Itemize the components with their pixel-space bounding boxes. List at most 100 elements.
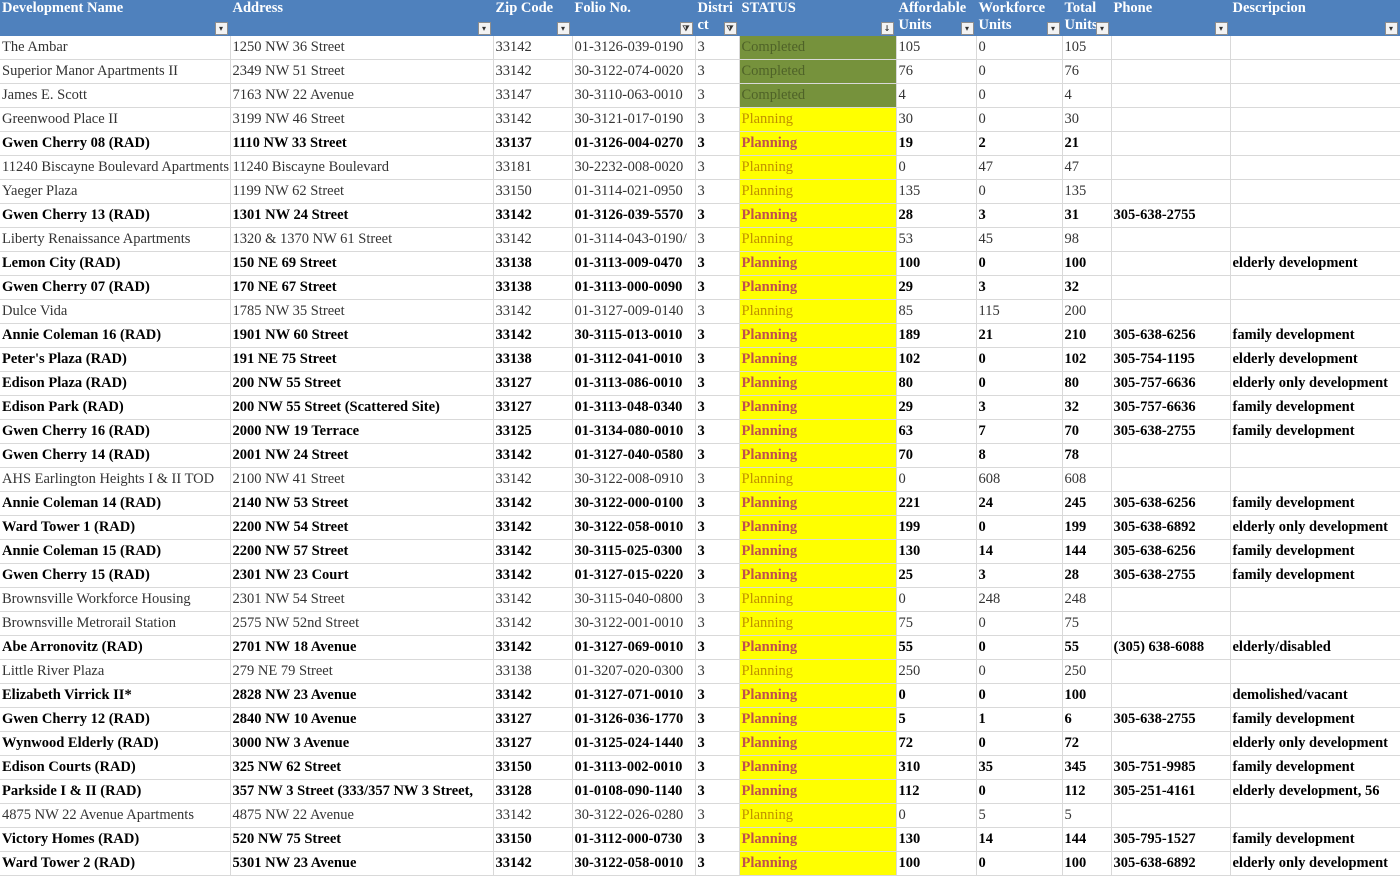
status-cell[interactable]: Planning [739, 563, 897, 588]
zip-code-cell[interactable]: 33142 [493, 539, 573, 564]
total-units-cell[interactable]: 75 [1062, 611, 1112, 636]
address-cell[interactable]: 2001 NW 24 Street [230, 443, 494, 468]
affordable-units-cell[interactable]: 130 [896, 827, 977, 852]
folio-no-cell[interactable]: 30-3122-001-0010 [572, 611, 696, 636]
development-name-cell[interactable]: Gwen Cherry 14 (RAD) [0, 443, 231, 468]
filter-dropdown-icon[interactable]: ▾ [1095, 22, 1109, 35]
address-cell[interactable]: 150 NE 69 Street [230, 251, 494, 276]
district-cell[interactable]: 3 [695, 179, 740, 204]
development-name-cell[interactable]: Gwen Cherry 08 (RAD) [0, 131, 231, 156]
status-cell[interactable]: Planning [739, 227, 897, 252]
district-cell[interactable]: 3 [695, 59, 740, 84]
development-name-cell[interactable]: Ward Tower 1 (RAD) [0, 515, 231, 540]
zip-code-cell[interactable]: 33142 [493, 515, 573, 540]
district-cell[interactable]: 3 [695, 371, 740, 396]
affordable-units-cell[interactable]: 85 [896, 299, 977, 324]
phone-cell[interactable] [1111, 155, 1231, 180]
total-units-cell[interactable]: 6 [1062, 707, 1112, 732]
zip-code-cell[interactable]: 33142 [493, 803, 573, 828]
affordable-units-cell[interactable]: 102 [896, 347, 977, 372]
filter-dropdown-icon[interactable]: ▾ [477, 22, 491, 35]
phone-cell[interactable]: 305-638-6892 [1111, 515, 1231, 540]
development-name-cell[interactable]: Brownsville Workforce Housing [0, 587, 231, 612]
status-cell[interactable]: Planning [739, 395, 897, 420]
status-cell[interactable]: Completed [739, 36, 897, 60]
workforce-units-cell[interactable]: 3 [976, 275, 1063, 300]
affordable-units-cell[interactable]: 310 [896, 755, 977, 780]
address-cell[interactable]: 2828 NW 23 Avenue [230, 683, 494, 708]
address-cell[interactable]: 2000 NW 19 Terrace [230, 419, 494, 444]
workforce-units-cell[interactable]: 3 [976, 395, 1063, 420]
development-name-cell[interactable]: Edison Courts (RAD) [0, 755, 231, 780]
descripcion-cell[interactable] [1230, 155, 1400, 180]
affordable-units-cell[interactable]: 0 [896, 587, 977, 612]
status-cell[interactable]: Planning [739, 851, 897, 876]
descripcion-cell[interactable]: family development [1230, 827, 1400, 852]
district-cell[interactable]: 3 [695, 203, 740, 228]
descripcion-cell[interactable] [1230, 803, 1400, 828]
district-cell[interactable]: 3 [695, 827, 740, 852]
descripcion-cell[interactable] [1230, 587, 1400, 612]
address-cell[interactable]: 2301 NW 54 Street [230, 587, 494, 612]
zip-code-cell[interactable]: 33150 [493, 755, 573, 780]
district-cell[interactable]: 3 [695, 803, 740, 828]
district-cell[interactable]: 3 [695, 36, 740, 60]
status-cell[interactable]: Completed [739, 83, 897, 108]
workforce-units-cell[interactable]: 0 [976, 59, 1063, 84]
affordable-units-cell[interactable]: 53 [896, 227, 977, 252]
folio-no-cell[interactable]: 01-3113-048-0340 [572, 395, 696, 420]
folio-no-cell[interactable]: 01-3113-086-0010 [572, 371, 696, 396]
filter-active-icon[interactable]: ⧩ [723, 22, 737, 35]
zip-code-cell[interactable]: 33142 [493, 587, 573, 612]
phone-cell[interactable] [1111, 275, 1231, 300]
total-units-cell[interactable]: 608 [1062, 467, 1112, 492]
development-name-cell[interactable]: Brownsville Metrorail Station [0, 611, 231, 636]
folio-no-cell[interactable]: 01-3114-021-0950 [572, 179, 696, 204]
phone-cell[interactable] [1111, 131, 1231, 156]
district-cell[interactable]: 3 [695, 347, 740, 372]
status-cell[interactable]: Planning [739, 539, 897, 564]
affordable-units-cell[interactable]: 25 [896, 563, 977, 588]
district-cell[interactable]: 3 [695, 515, 740, 540]
address-cell[interactable]: 7163 NW 22 Avenue [230, 83, 494, 108]
district-cell[interactable]: 3 [695, 659, 740, 684]
phone-cell[interactable]: 305-638-6256 [1111, 491, 1231, 516]
zip-code-cell[interactable]: 33142 [493, 563, 573, 588]
status-cell[interactable]: Planning [739, 251, 897, 276]
status-cell[interactable]: Planning [739, 107, 897, 132]
development-name-cell[interactable]: Annie Coleman 15 (RAD) [0, 539, 231, 564]
development-name-cell[interactable]: Wynwood Elderly (RAD) [0, 731, 231, 756]
district-cell[interactable]: 3 [695, 299, 740, 324]
descripcion-cell[interactable] [1230, 59, 1400, 84]
folio-no-cell[interactable]: 01-3113-002-0010 [572, 755, 696, 780]
zip-code-cell[interactable]: 33181 [493, 155, 573, 180]
zip-code-cell[interactable]: 33142 [493, 299, 573, 324]
status-cell[interactable]: Planning [739, 203, 897, 228]
descripcion-cell[interactable] [1230, 83, 1400, 108]
total-units-cell[interactable]: 345 [1062, 755, 1112, 780]
workforce-units-cell[interactable]: 0 [976, 107, 1063, 132]
total-units-cell[interactable]: 245 [1062, 491, 1112, 516]
zip-code-cell[interactable]: 33142 [493, 443, 573, 468]
workforce-units-cell[interactable]: 2 [976, 131, 1063, 156]
total-units-cell[interactable]: 55 [1062, 635, 1112, 660]
folio-no-cell[interactable]: 01-3112-000-0730 [572, 827, 696, 852]
address-cell[interactable]: 3199 NW 46 Street [230, 107, 494, 132]
development-name-cell[interactable]: Greenwood Place II [0, 107, 231, 132]
phone-cell[interactable] [1111, 36, 1231, 60]
descripcion-cell[interactable] [1230, 467, 1400, 492]
phone-cell[interactable] [1111, 251, 1231, 276]
development-name-cell[interactable]: Gwen Cherry 13 (RAD) [0, 203, 231, 228]
address-cell[interactable]: 11240 Biscayne Boulevard [230, 155, 494, 180]
filter-dropdown-icon[interactable]: ▾ [960, 22, 974, 35]
folio-no-cell[interactable]: 01-3125-024-1440 [572, 731, 696, 756]
phone-cell[interactable] [1111, 179, 1231, 204]
workforce-units-cell[interactable]: 3 [976, 203, 1063, 228]
affordable-units-cell[interactable]: 0 [896, 803, 977, 828]
folio-no-cell[interactable]: 01-3126-036-1770 [572, 707, 696, 732]
workforce-units-cell[interactable]: 0 [976, 635, 1063, 660]
zip-code-cell[interactable]: 33142 [493, 635, 573, 660]
total-units-cell[interactable]: 250 [1062, 659, 1112, 684]
affordable-units-cell[interactable]: 5 [896, 707, 977, 732]
address-cell[interactable]: 200 NW 55 Street (Scattered Site) [230, 395, 494, 420]
